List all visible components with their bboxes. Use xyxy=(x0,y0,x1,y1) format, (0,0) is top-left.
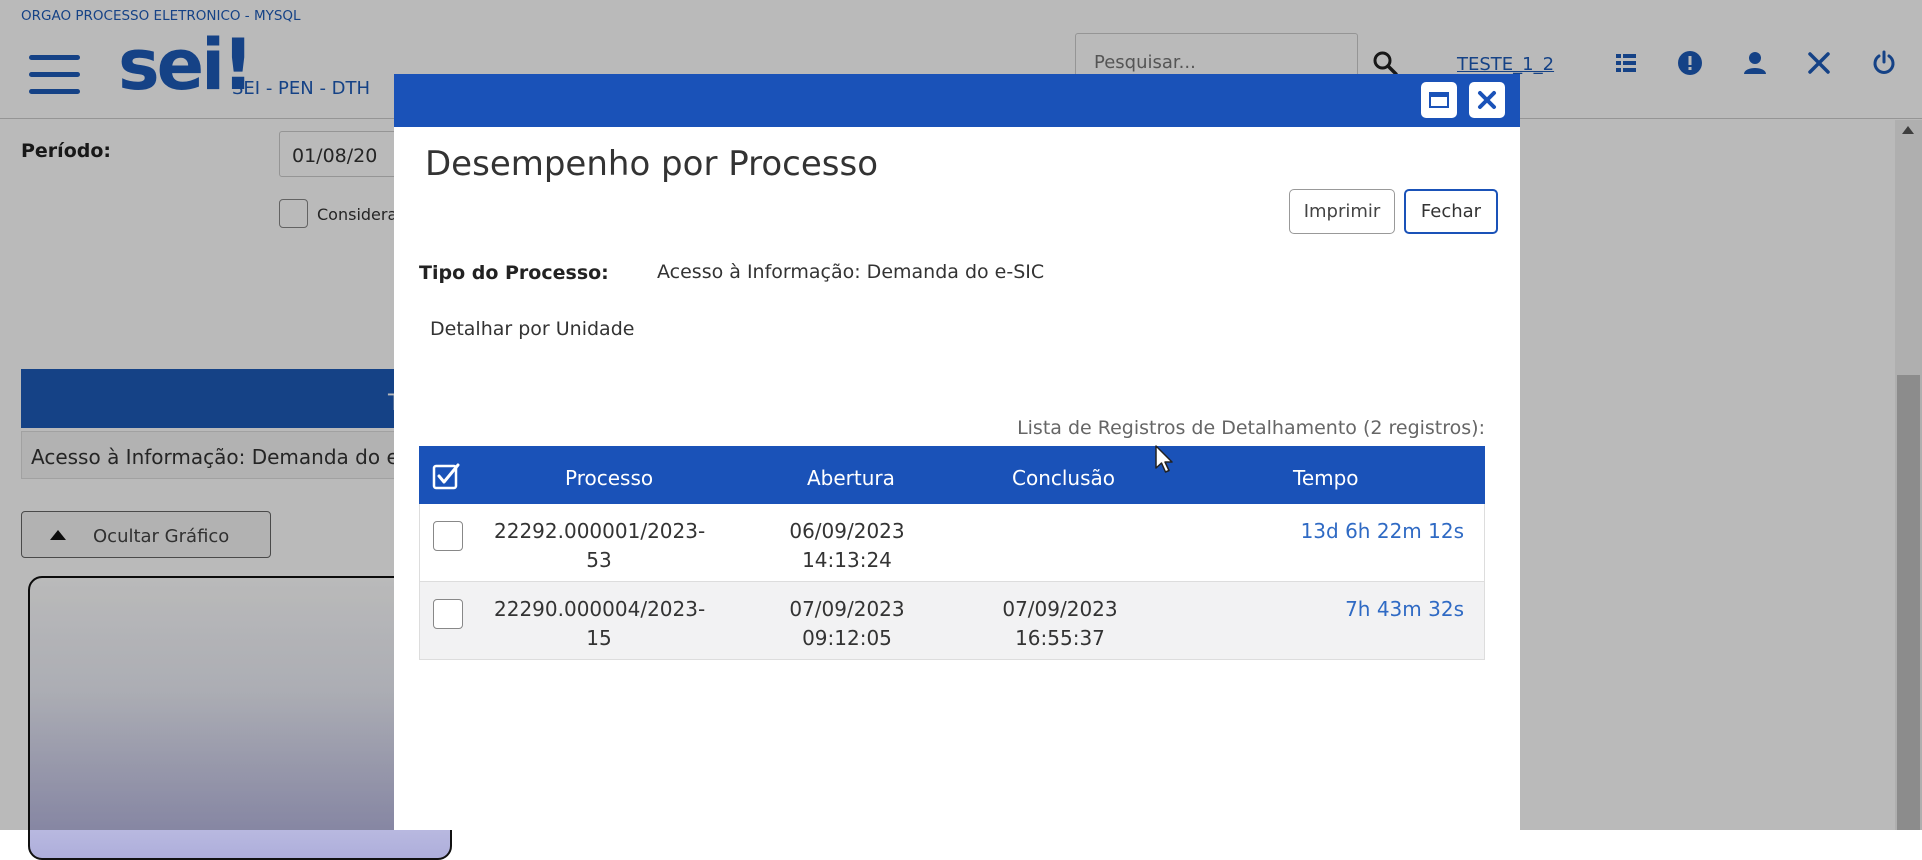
tipo-processo-value: Acesso à Informação: Demanda do e-SIC xyxy=(657,261,1045,283)
tempo-cell: 7h 43m 32s xyxy=(1345,597,1464,621)
processo-cell[interactable]: 22290.000004/2023- 15 xyxy=(494,595,706,653)
tempo-cell: 13d 6h 22m 12s xyxy=(1300,519,1464,543)
column-processo[interactable]: Processo xyxy=(565,466,653,490)
abertura-cell: 06/09/2023 14:13:24 xyxy=(772,517,922,575)
detalhar-por-unidade-link[interactable]: Detalhar por Unidade xyxy=(430,318,634,340)
modal-title-bar xyxy=(394,74,1520,127)
processo-suffix: 53 xyxy=(586,548,612,572)
tipo-processo-label: Tipo do Processo: xyxy=(419,262,609,284)
conclusao-date: 07/09/2023 xyxy=(1002,597,1118,621)
table-caption: Lista de Registros de Detalhamento (2 re… xyxy=(1017,417,1485,439)
close-icon xyxy=(1478,91,1496,109)
table-row: 22290.000004/2023- 15 07/09/2023 09:12:0… xyxy=(419,582,1485,660)
records-table: Processo Abertura Conclusão Tempo 22292.… xyxy=(419,446,1485,660)
abertura-cell: 07/09/2023 09:12:05 xyxy=(772,595,922,653)
maximize-icon xyxy=(1429,92,1449,108)
abertura-time: 14:13:24 xyxy=(802,548,892,572)
conclusao-cell: 07/09/2023 16:55:37 xyxy=(985,595,1135,653)
column-abertura[interactable]: Abertura xyxy=(807,466,895,490)
close-button[interactable]: Fechar xyxy=(1404,189,1498,234)
row-checkbox[interactable] xyxy=(433,521,463,551)
column-conclusao[interactable]: Conclusão xyxy=(1012,466,1115,490)
processo-number: 22292.000001/2023- xyxy=(494,519,706,543)
abertura-date: 07/09/2023 xyxy=(789,597,905,621)
table-header: Processo Abertura Conclusão Tempo xyxy=(419,449,1485,504)
select-all-checkbox-icon[interactable] xyxy=(432,462,462,492)
print-button[interactable]: Imprimir xyxy=(1289,189,1395,234)
table-row: 22292.000001/2023- 53 06/09/2023 14:13:2… xyxy=(419,504,1485,582)
abertura-date: 06/09/2023 xyxy=(789,519,905,543)
performance-modal: Desempenho por Processo Imprimir Fechar … xyxy=(394,74,1520,830)
conclusao-time: 16:55:37 xyxy=(1015,626,1105,650)
mouse-cursor-icon xyxy=(1155,445,1173,473)
close-window-button[interactable] xyxy=(1469,82,1505,118)
abertura-time: 09:12:05 xyxy=(802,626,892,650)
modal-title: Desempenho por Processo xyxy=(425,144,879,184)
row-checkbox[interactable] xyxy=(433,599,463,629)
processo-suffix: 15 xyxy=(586,626,612,650)
maximize-button[interactable] xyxy=(1421,82,1457,118)
column-tempo[interactable]: Tempo xyxy=(1293,466,1359,490)
processo-cell[interactable]: 22292.000001/2023- 53 xyxy=(494,517,706,575)
processo-number: 22290.000004/2023- xyxy=(494,597,706,621)
